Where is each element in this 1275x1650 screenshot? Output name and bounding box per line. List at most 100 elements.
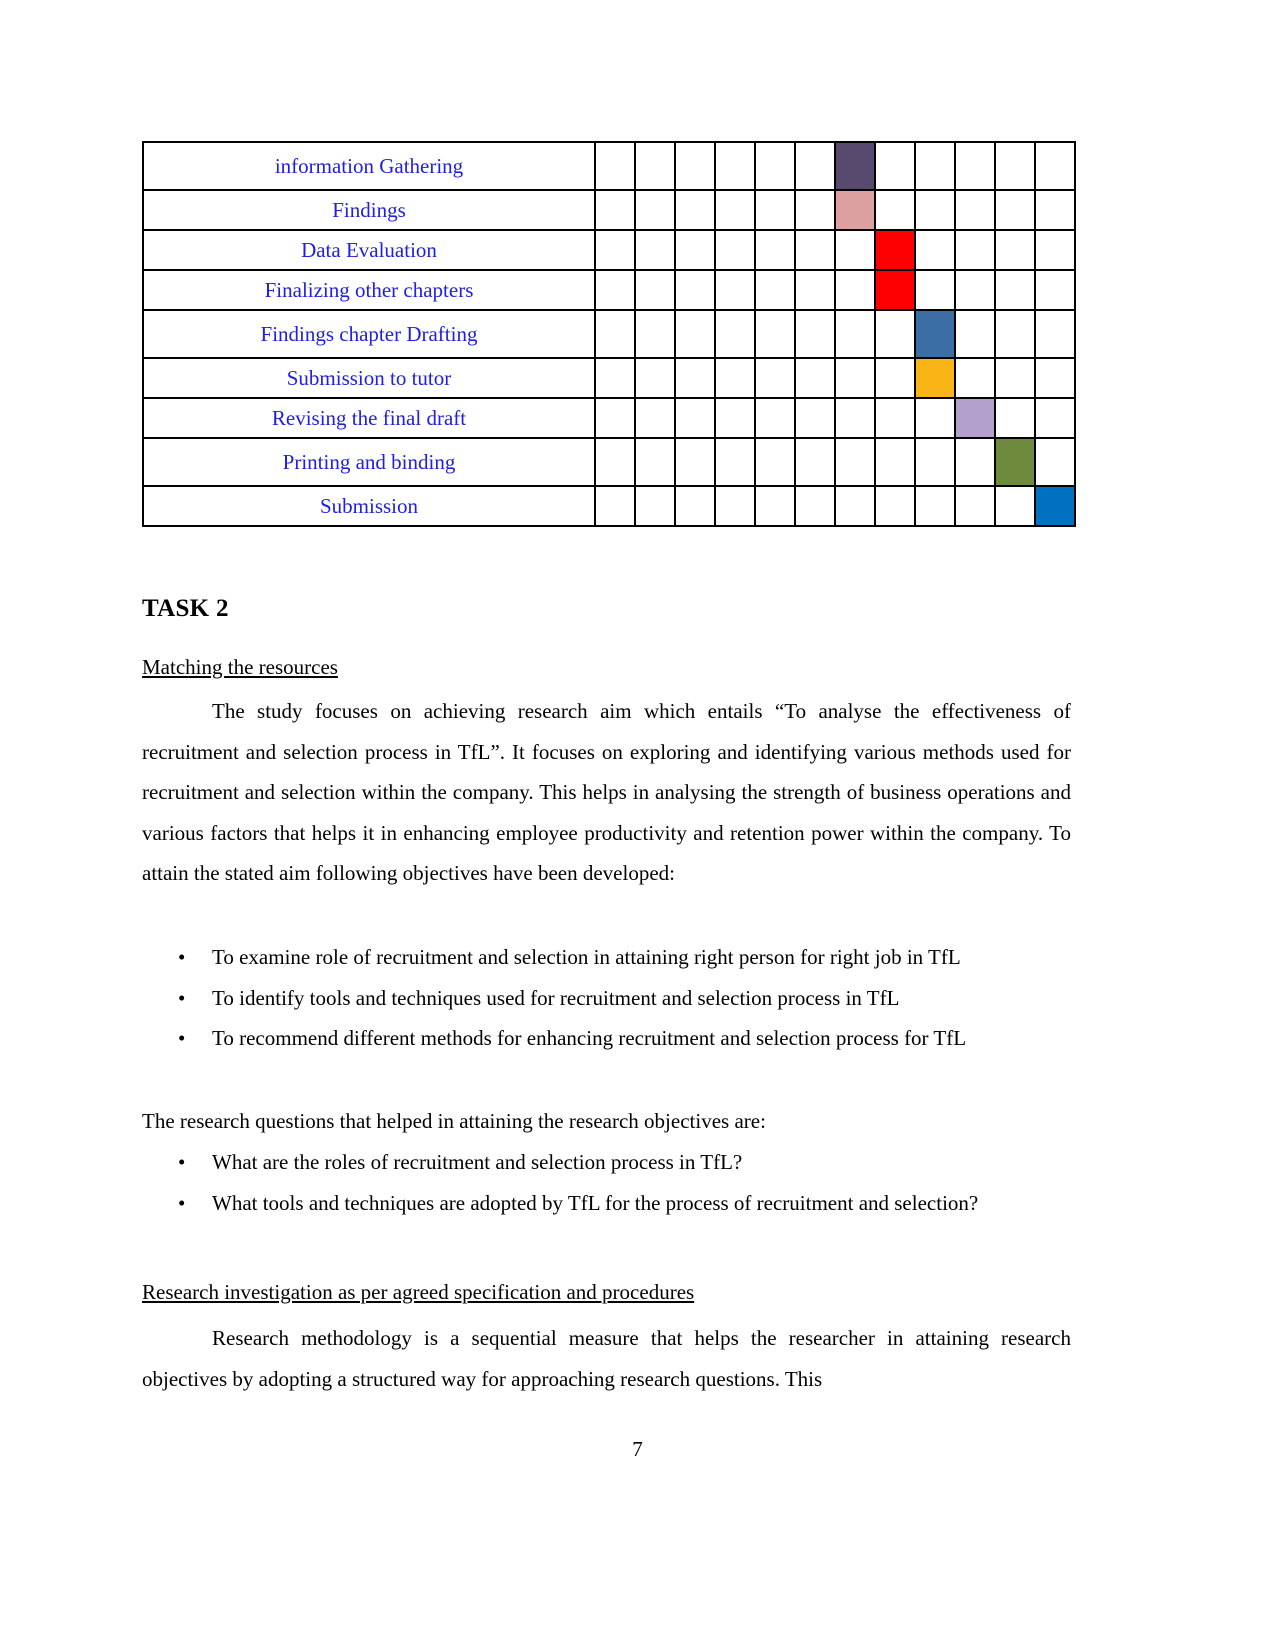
gantt-cell <box>874 189 916 231</box>
gantt-cell <box>994 269 1036 311</box>
gantt-cell <box>914 229 956 271</box>
gantt-cell <box>1034 437 1076 487</box>
list-item-text: What tools and techniques are adopted by… <box>212 1190 979 1215</box>
objectives-list: • To examine role of recruitment and sele… <box>142 937 1071 1059</box>
gantt-cell <box>754 357 796 399</box>
list-item-text: To recommend different methods for enhan… <box>212 1026 967 1050</box>
gantt-cell <box>954 485 996 527</box>
gantt-cell <box>634 229 676 271</box>
gantt-cell <box>1034 397 1076 439</box>
bullet-dot-icon: • <box>178 945 186 969</box>
gantt-cell <box>674 397 716 439</box>
gantt-cell <box>954 269 996 311</box>
section-heading-research-investigation: Research investigation as per agreed spe… <box>142 1280 695 1304</box>
gantt-cell <box>834 397 876 439</box>
gantt-cell-filled <box>914 309 956 359</box>
gantt-cell <box>794 397 836 439</box>
gantt-cell <box>994 189 1036 231</box>
gantt-cell <box>1034 141 1076 191</box>
gantt-task-label: Submission <box>142 485 596 527</box>
gantt-cell <box>914 189 956 231</box>
gantt-cell <box>954 437 996 487</box>
gantt-cell <box>874 309 916 359</box>
list-item: • What are the roles of recruitment and s… <box>142 1142 1071 1183</box>
gantt-cell <box>794 229 836 271</box>
gantt-cell <box>714 485 756 527</box>
gantt-cell <box>914 485 956 527</box>
gantt-row: Printing and binding <box>142 437 1076 487</box>
list-item: • To examine role of recruitment and sele… <box>142 937 1071 978</box>
gantt-cell <box>634 357 676 399</box>
bullet-dot-icon: • <box>178 985 186 1010</box>
gantt-cell <box>874 397 916 439</box>
gantt-cell <box>634 397 676 439</box>
gantt-cell <box>754 397 796 439</box>
gantt-cell <box>594 357 636 399</box>
gantt-cell <box>1034 189 1076 231</box>
gantt-cell <box>674 141 716 191</box>
document-page: information Gathering Findings Data Evalua… <box>0 0 1275 1650</box>
gantt-chart-table: information Gathering Findings Data Evalua… <box>142 141 1076 527</box>
gantt-cell <box>594 437 636 487</box>
gantt-cell <box>674 189 716 231</box>
gantt-cell <box>674 229 716 271</box>
gantt-cell <box>714 269 756 311</box>
gantt-task-label: Submission to tutor <box>142 357 596 399</box>
gantt-cell <box>634 309 676 359</box>
gantt-cell <box>874 141 916 191</box>
gantt-cell <box>1034 269 1076 311</box>
gantt-cell-filled <box>914 357 956 399</box>
gantt-cell-filled <box>874 229 916 271</box>
gantt-cell <box>674 269 716 311</box>
gantt-cell <box>954 357 996 399</box>
gantt-task-label: Finalizing other chapters <box>142 269 596 311</box>
gantt-cell <box>594 189 636 231</box>
gantt-cell <box>1034 357 1076 399</box>
section1-paragraph: The study focuses on achieving research … <box>142 699 1071 885</box>
bullet-dot-icon: • <box>178 1190 186 1215</box>
gantt-task-label: Findings <box>142 189 596 231</box>
gantt-cell <box>674 437 716 487</box>
gantt-cell-filled <box>874 269 916 311</box>
gantt-cell <box>874 485 916 527</box>
gantt-task-label: information Gathering <box>142 141 596 191</box>
section2-paragraph: Research methodology is a sequential mea… <box>142 1326 1071 1391</box>
gantt-cell <box>754 141 796 191</box>
list-item-text: To examine role of recruitment and selec… <box>212 945 961 969</box>
gantt-task-label: Printing and binding <box>142 437 596 487</box>
gantt-cell <box>594 229 636 271</box>
gantt-cell <box>834 309 876 359</box>
gantt-cell <box>994 229 1036 271</box>
gantt-cell <box>994 141 1036 191</box>
gantt-cell <box>994 397 1036 439</box>
gantt-row: Findings chapter Drafting <box>142 309 1076 359</box>
gantt-cell <box>634 437 676 487</box>
gantt-cell <box>1034 309 1076 359</box>
gantt-cell <box>594 269 636 311</box>
gantt-row: Revising the final draft <box>142 397 1076 439</box>
gantt-cell <box>994 357 1036 399</box>
list-item: • What tools and techniques are adopted b… <box>142 1183 1071 1224</box>
page-number: 7 <box>632 1437 643 1461</box>
gantt-cell <box>794 437 836 487</box>
gantt-task-label: Revising the final draft <box>142 397 596 439</box>
gantt-cell <box>714 141 756 191</box>
gantt-row: information Gathering <box>142 141 1076 191</box>
gantt-cell <box>754 189 796 231</box>
gantt-cell <box>1034 229 1076 271</box>
gantt-cell <box>594 309 636 359</box>
gantt-cell <box>834 437 876 487</box>
gantt-cell <box>834 269 876 311</box>
gantt-cell <box>674 309 716 359</box>
gantt-table: information Gathering Findings Data Evalua… <box>142 141 1076 527</box>
gantt-cell <box>754 269 796 311</box>
gantt-cell-filled <box>994 437 1036 487</box>
gantt-cell <box>954 141 996 191</box>
gantt-cell <box>914 269 956 311</box>
gantt-cell <box>674 357 716 399</box>
gantt-cell <box>954 229 996 271</box>
gantt-cell <box>914 141 956 191</box>
gantt-cell <box>834 357 876 399</box>
gantt-cell <box>634 485 676 527</box>
gantt-task-label: Findings chapter Drafting <box>142 309 596 359</box>
